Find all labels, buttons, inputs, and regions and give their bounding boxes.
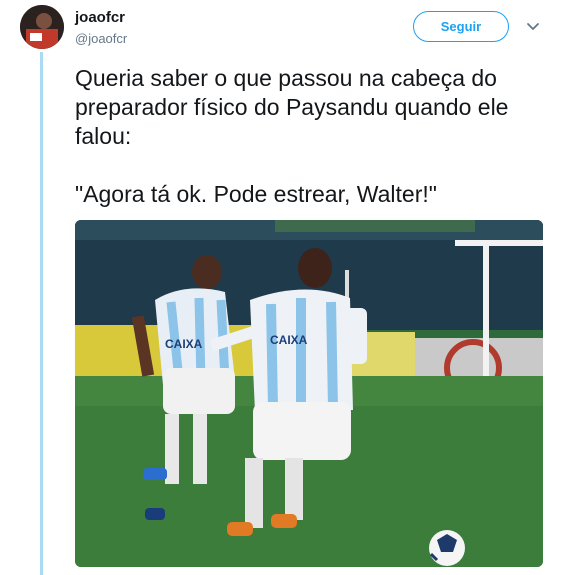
- tweet-photo[interactable]: CAIXA CAIXA: [75, 220, 543, 567]
- avatar-image: [20, 5, 64, 49]
- tweet-text-body: Queria saber o que passou na cabeça do p…: [75, 65, 509, 149]
- football-ball: [429, 530, 465, 566]
- tweet-text-quote: "Agora tá ok. Pode estrear, Walter!": [75, 181, 437, 207]
- avatar[interactable]: [20, 5, 64, 49]
- shirt-sponsor-right: CAIXA: [270, 333, 308, 347]
- follow-button[interactable]: Seguir: [413, 11, 509, 42]
- display-name[interactable]: joaofcr: [75, 9, 125, 26]
- tweet-text: Queria saber o que passou na cabeça do p…: [75, 64, 555, 209]
- chevron-down-icon[interactable]: [526, 20, 540, 34]
- user-handle[interactable]: @joaofcr: [75, 31, 127, 46]
- thread-line: [40, 52, 43, 575]
- shirt-sponsor-left: CAIXA: [165, 337, 203, 351]
- football-photo: CAIXA CAIXA: [75, 220, 543, 567]
